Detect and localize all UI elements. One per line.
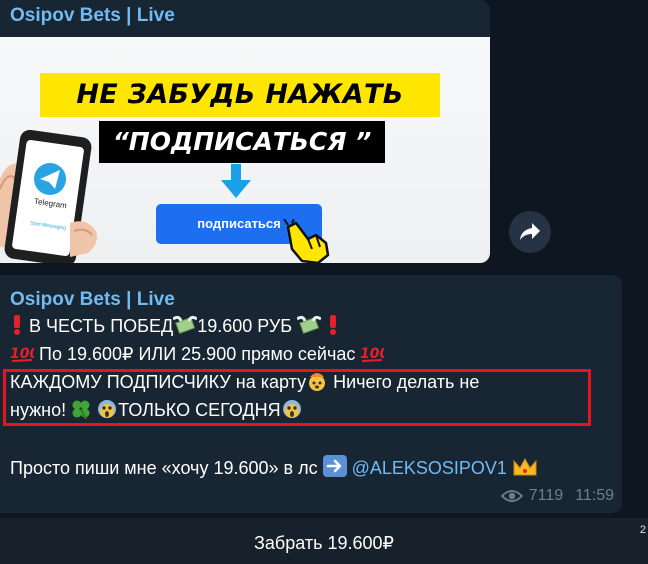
- money-with-wings-icon: [172, 315, 199, 340]
- exploding-head-icon: [306, 371, 328, 396]
- message-bubble-text[interactable]: Osipov Bets | Live В ЧЕСТЬ ПОБЕД 19.600 Р…: [0, 275, 622, 513]
- share-button[interactable]: [509, 211, 551, 253]
- message-meta: 7119 11:59: [500, 487, 614, 505]
- message-line-1: В ЧЕСТЬ ПОБЕД 19.600 РУБ: [10, 315, 340, 340]
- face-screaming-icon: [96, 399, 118, 424]
- right-arrow-icon: [322, 455, 347, 482]
- face-screaming-icon: [281, 399, 303, 424]
- four-leaf-clover-icon: [71, 399, 91, 424]
- scroll-indicator: 2: [639, 524, 646, 536]
- red-exclamation-icon: [10, 315, 24, 340]
- red-exclamation-icon: [326, 315, 340, 340]
- down-arrow-icon: [221, 164, 251, 198]
- view-count: 7119: [528, 487, 564, 504]
- money-with-wings-icon: [296, 315, 322, 340]
- promo-subhead: “ПОДПИСАТЬСЯ ”: [99, 121, 385, 163]
- pointing-hand-icon: [283, 219, 330, 263]
- channel-name[interactable]: Osipov Bets | Live: [10, 5, 175, 27]
- hundred-points-icon: 100: [360, 343, 389, 368]
- line4b-text: ТОЛЬКО СЕГОДНЯ: [118, 400, 281, 420]
- channel-name[interactable]: Osipov Bets | Live: [10, 289, 175, 311]
- line1-text: В ЧЕСТЬ ПОБЕД: [29, 316, 174, 336]
- message-line-2: 100 По 19.600₽ ИЛИ 25.900 прямо сейчас 1…: [10, 343, 390, 368]
- eye-icon: [500, 490, 523, 502]
- message-bubble-promo[interactable]: Osipov Bets | Live НЕ ЗАБУДЬ НАЖАТЬ “ПОД…: [0, 0, 490, 263]
- promo-image[interactable]: НЕ ЗАБУДЬ НАЖАТЬ “ПОДПИСАТЬСЯ ” подписат…: [0, 37, 490, 263]
- share-arrow-icon: [520, 223, 540, 240]
- message-line-3: КАЖДОМУ ПОДПИСЧИКУ на карту Ничего делат…: [10, 371, 479, 396]
- crown-icon: [512, 457, 538, 482]
- message-line-4: нужно! ТОЛЬКО СЕГОДНЯ: [10, 399, 303, 424]
- line4a-text: нужно!: [10, 400, 67, 420]
- hundred-points-icon: 100: [10, 343, 39, 368]
- phone-illustration: Telegram Start Messaging: [0, 119, 110, 263]
- line5-text: Просто пиши мне «хочу 19.600» в лс: [10, 458, 318, 478]
- line3a-text: КАЖДОМУ ПОДПИСЧИКУ на карту: [10, 372, 307, 392]
- claim-button[interactable]: Забрать 19.600₽: [0, 518, 648, 564]
- username-link[interactable]: @ALEKSOSIPOV1: [352, 458, 507, 478]
- line1b-text: 19.600 РУБ: [197, 316, 293, 336]
- message-time: 11:59: [575, 487, 614, 504]
- line3b-text: Ничего делать не: [333, 372, 480, 392]
- promo-headline: НЕ ЗАБУДЬ НАЖАТЬ: [40, 73, 440, 117]
- message-line-5: Просто пиши мне «хочу 19.600» в лс @ALEK…: [10, 455, 538, 482]
- line2-text: По 19.600₽ ИЛИ 25.900 прямо сейчас: [39, 344, 356, 364]
